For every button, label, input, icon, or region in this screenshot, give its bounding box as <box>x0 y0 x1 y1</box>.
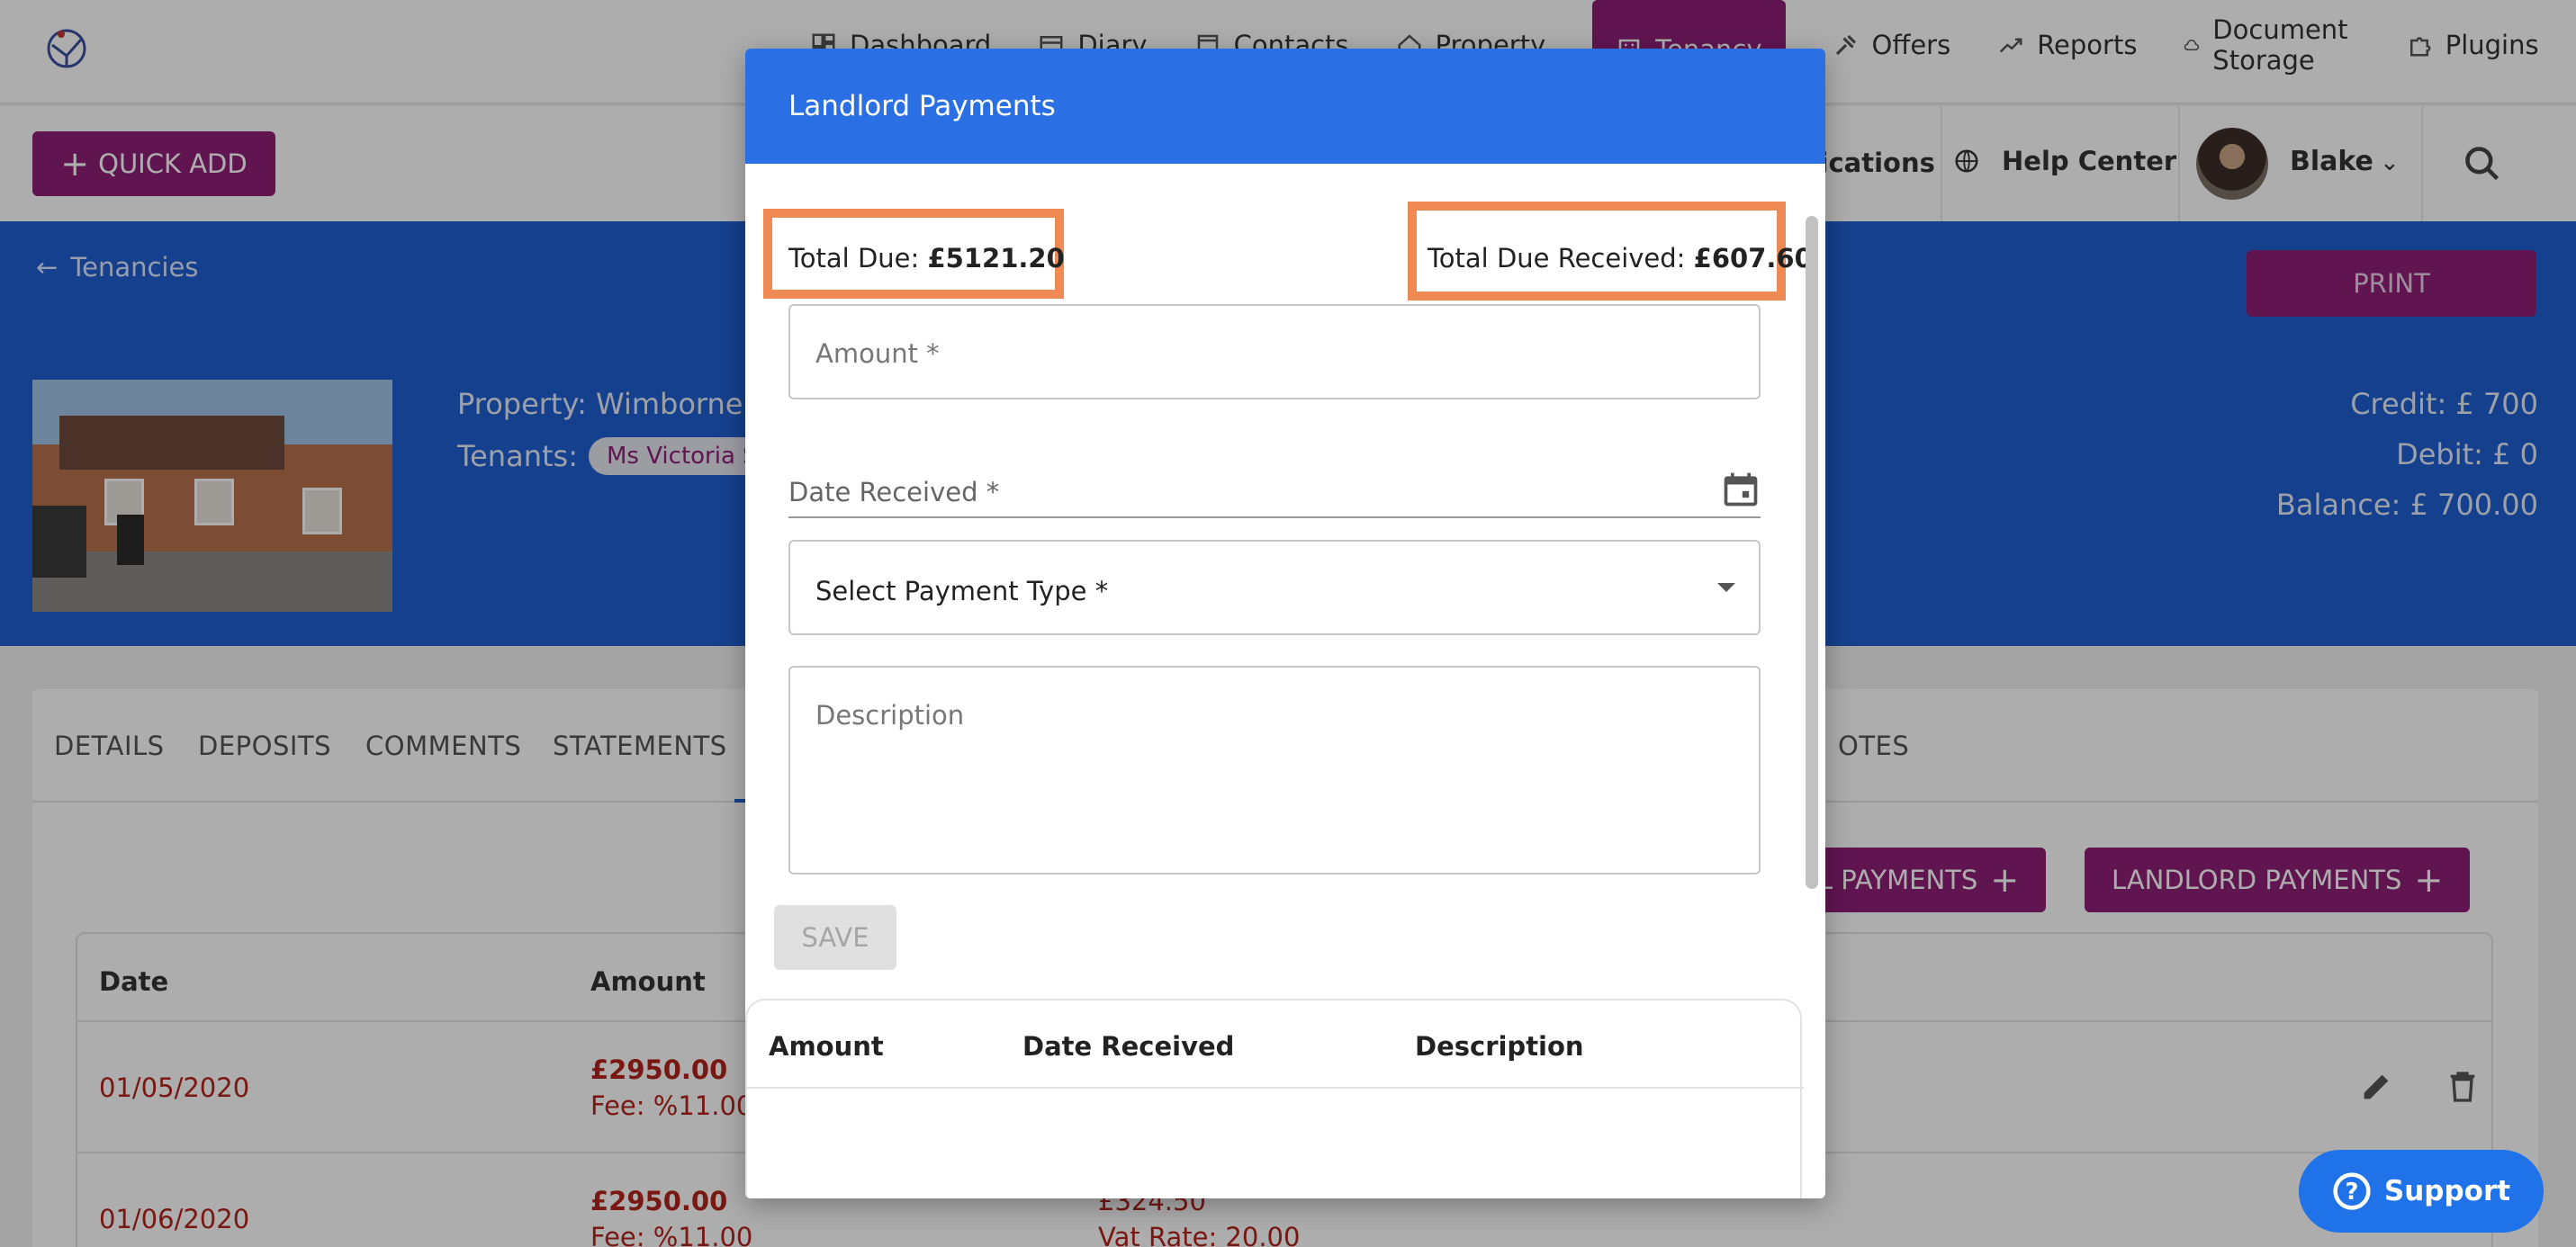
amount-placeholder: Amount * <box>815 338 940 369</box>
description-placeholder: Description <box>815 700 965 731</box>
support-button[interactable]: ? Support <box>2299 1150 2544 1233</box>
date-received-placeholder: Date Received * <box>788 477 1000 507</box>
description-field[interactable]: Description <box>788 666 1761 875</box>
total-due: Total Due: £5121.20 <box>788 243 1065 274</box>
dialog-title: Landlord Payments <box>788 90 1056 122</box>
total-received-label: Total Due Received: <box>1428 243 1686 274</box>
column-header-description: Description <box>1415 1031 1584 1062</box>
payment-type-label: Select Payment Type * <box>815 576 1109 606</box>
payment-type-select[interactable]: Select Payment Type * <box>788 540 1761 635</box>
column-header-date-received: Date Received <box>1022 1031 1235 1062</box>
amount-field[interactable]: Amount * <box>788 304 1761 399</box>
total-received-value: £607.60 <box>1693 243 1813 274</box>
date-received-field[interactable]: Date Received * <box>788 464 1761 518</box>
dropdown-arrow-icon <box>1717 583 1735 592</box>
dialog-scrollbar[interactable] <box>1806 216 1818 889</box>
svg-text:?: ? <box>2345 1179 2358 1206</box>
received-payments-table: Amount Date Received Description <box>745 999 1804 1198</box>
calendar-icon[interactable] <box>1721 470 1761 509</box>
dialog-header: Landlord Payments <box>745 49 1825 164</box>
total-due-value: £5121.20 <box>927 243 1065 274</box>
dialog-body: Total Due: £5121.20 Total Due Received: … <box>745 164 1825 1198</box>
landlord-payments-dialog: Landlord Payments Total Due: £5121.20 To… <box>745 49 1825 1198</box>
total-due-label: Total Due: <box>788 243 920 274</box>
help-circle-icon: ? <box>2333 1172 2371 1210</box>
support-label: Support <box>2383 1175 2511 1207</box>
column-header-amount: Amount <box>769 1031 884 1062</box>
total-due-received: Total Due Received: £607.60 <box>1428 243 1813 274</box>
table-header-divider <box>747 1087 1804 1089</box>
save-button[interactable]: SAVE <box>774 905 896 970</box>
